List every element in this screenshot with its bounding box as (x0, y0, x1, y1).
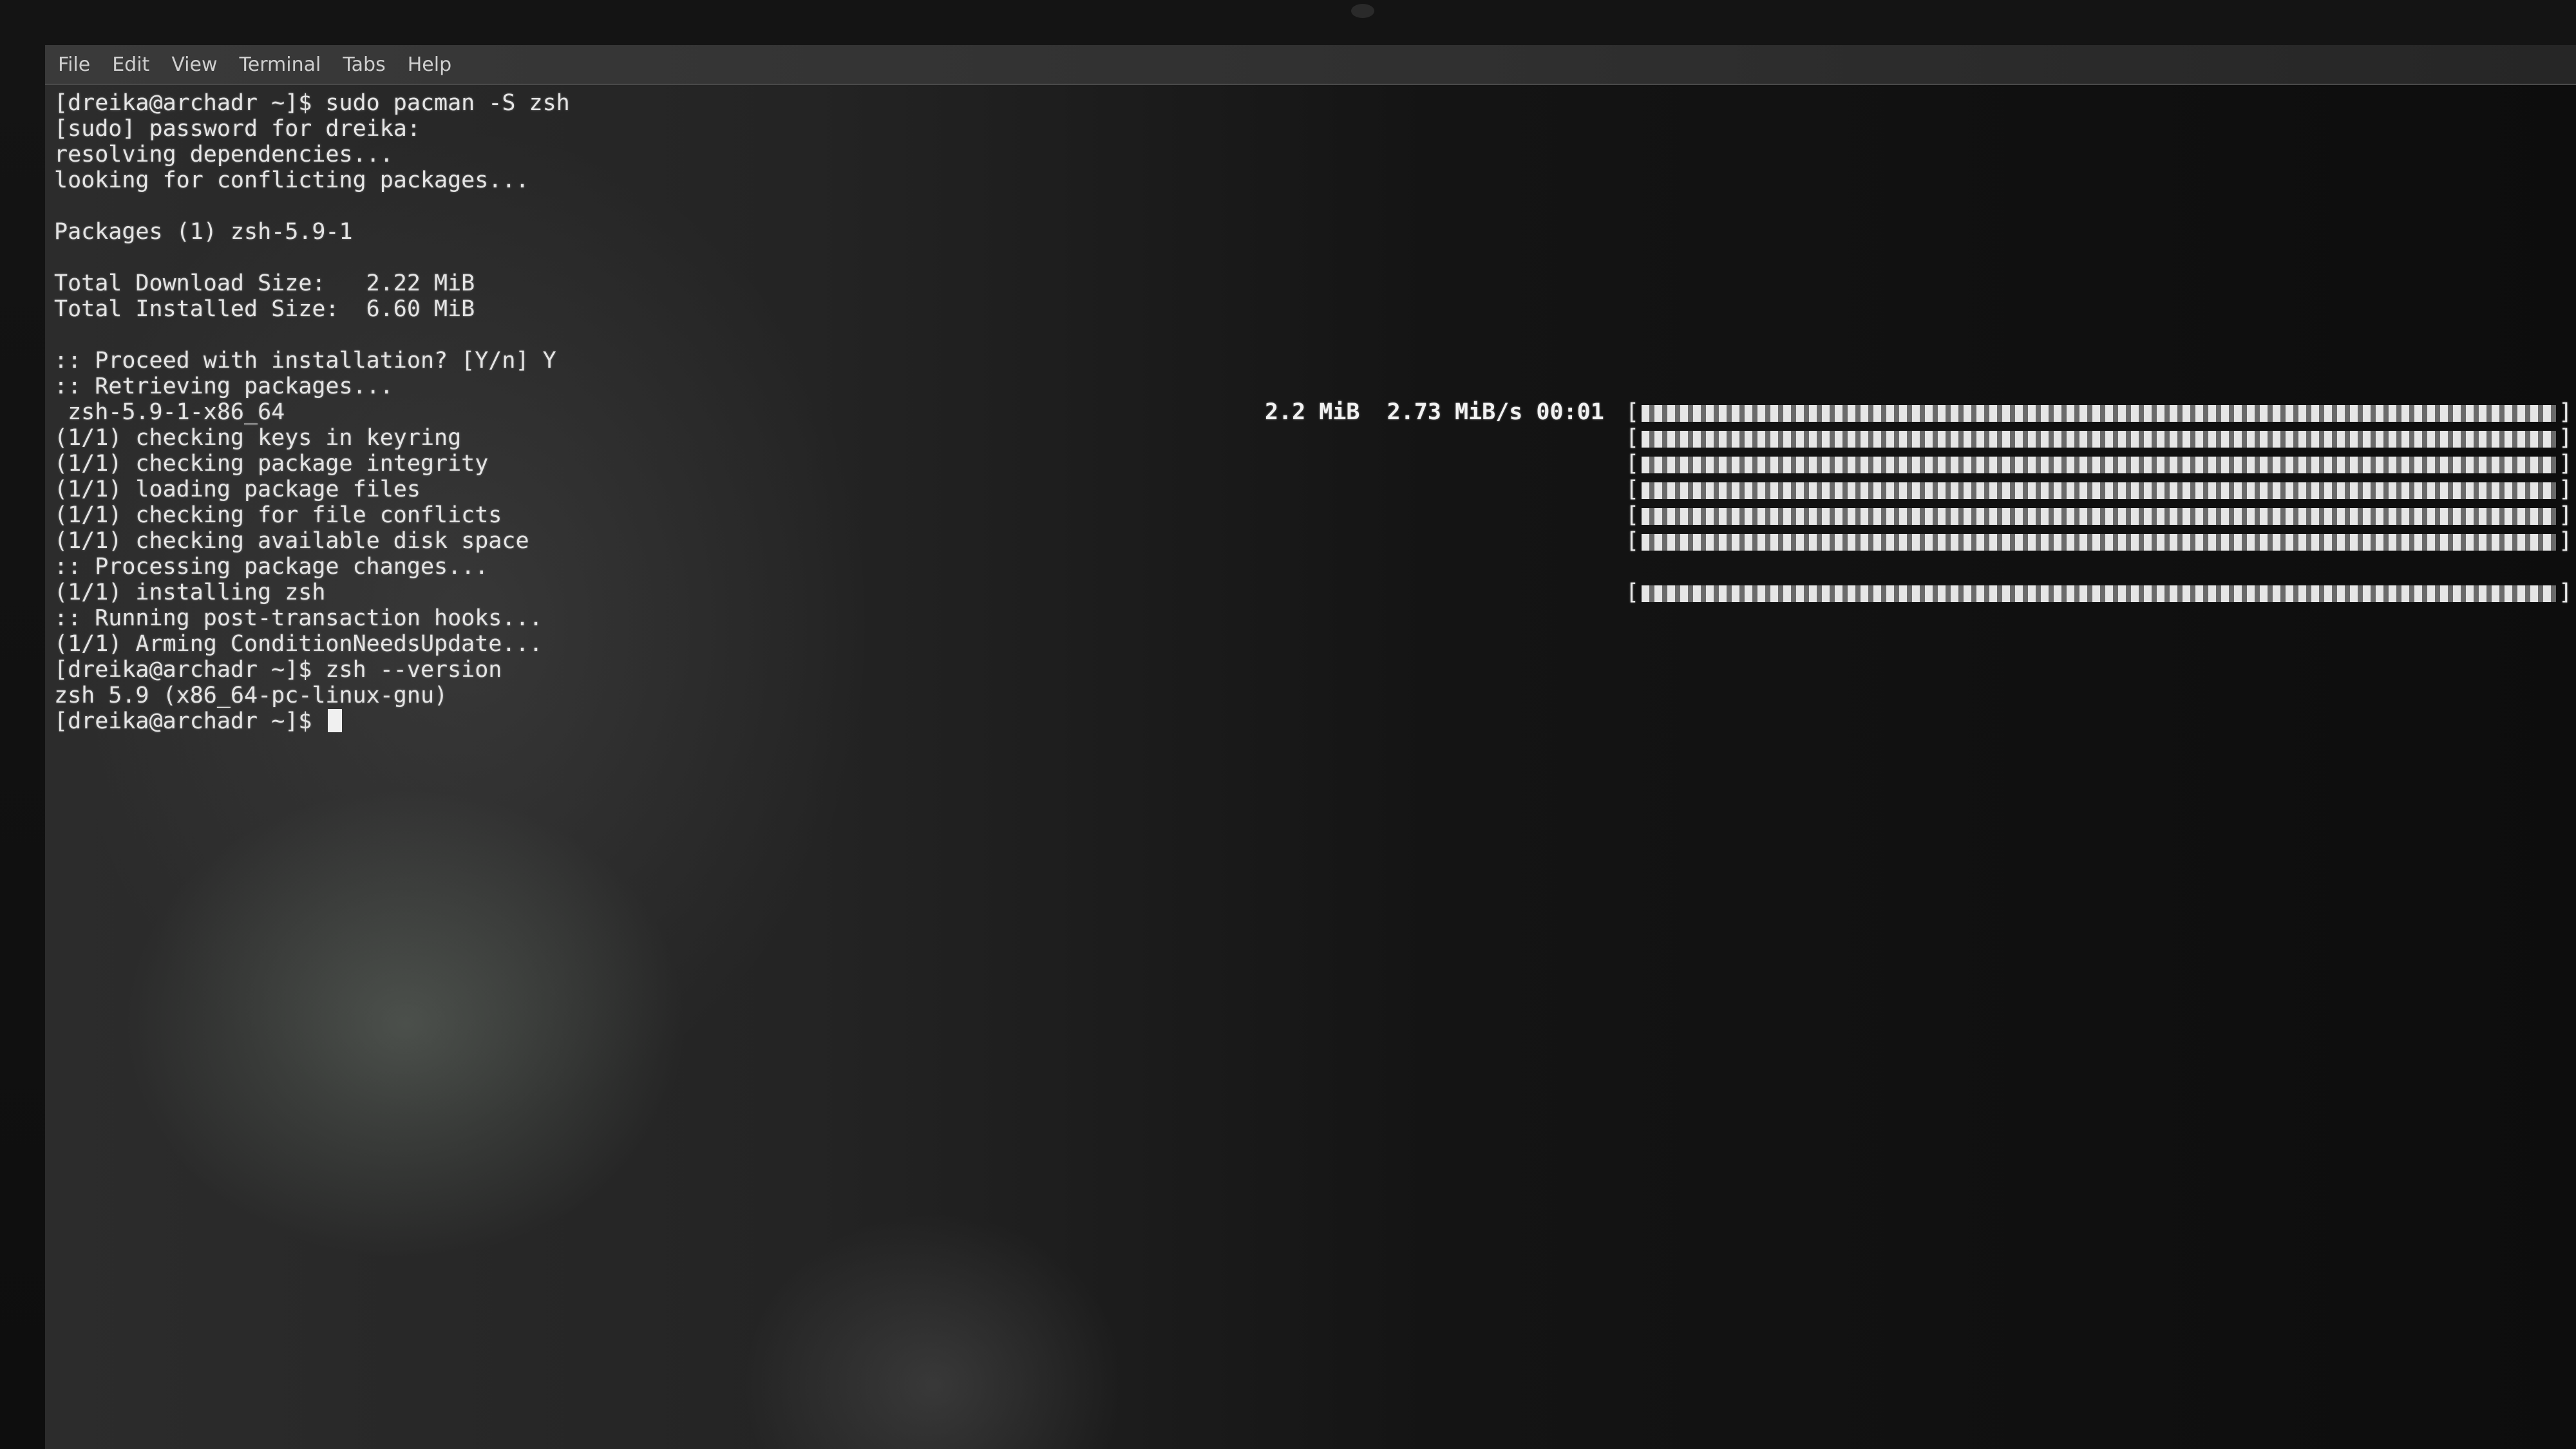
terminal-line: :: Retrieving packages... (54, 374, 393, 399)
menu-terminal[interactable]: Terminal (240, 53, 321, 76)
terminal-line: (1/1) checking keys in keyring (54, 425, 462, 451)
progress-bar: [] (1625, 399, 2573, 425)
terminal-line: :: Proceed with installation? [Y/n] Y (54, 348, 556, 374)
terminal-line: (1/1) installing zsh (54, 580, 326, 605)
progress-bar: [] (1625, 580, 2573, 605)
terminal-line: :: Processing package changes... (54, 554, 489, 580)
terminal-line: :: Running post-transaction hooks... (54, 605, 543, 631)
text-cursor (328, 709, 343, 732)
monitor-bezel: File Edit View Terminal Tabs Help [dreik… (0, 0, 2576, 1449)
menu-bar: File Edit View Terminal Tabs Help (45, 45, 2576, 85)
terminal-prompt-line[interactable]: [dreika@archadr ~]$ (54, 708, 343, 734)
terminal-line: Total Download Size: 2.22 MiB (54, 270, 475, 296)
terminal-line: [dreika@archadr ~]$ sudo pacman -S zsh (54, 90, 570, 116)
terminal-line: (1/1) checking package integrity (54, 451, 489, 477)
progress-bar-fill (1642, 457, 2557, 473)
progress-bar: [] (1625, 451, 2573, 477)
progress-bar-fill (1642, 508, 2557, 525)
terminal-line: Total Installed Size: 6.60 MiB (54, 296, 475, 322)
progress-bar: [] (1625, 502, 2573, 528)
terminal-line: (1/1) checking for file conflicts (54, 502, 502, 528)
terminal-line: [sudo] password for dreika: (54, 116, 421, 142)
terminal-line: zsh-5.9-1-x86_64 (54, 399, 285, 425)
download-stats: 2.2 MiB 2.73 MiB/s 00:01 (1265, 399, 1604, 425)
menu-view[interactable]: View (171, 53, 217, 76)
progress-bar-fill (1642, 431, 2557, 448)
terminal-line: zsh 5.9 (x86_64-pc-linux-gnu) (54, 683, 448, 708)
progress-bar: [] (1625, 425, 2573, 451)
progress-bar-fill (1642, 585, 2557, 602)
webcam-dot (1351, 4, 1374, 18)
terminal-window: File Edit View Terminal Tabs Help [dreik… (45, 45, 2576, 1449)
terminal-line: [dreika@archadr ~]$ zsh --version (54, 657, 502, 683)
menu-tabs[interactable]: Tabs (343, 53, 385, 76)
terminal-line: (1/1) Arming ConditionNeedsUpdate... (54, 631, 543, 657)
terminal-line: looking for conflicting packages... (54, 167, 529, 193)
menu-edit[interactable]: Edit (112, 53, 149, 76)
progress-bar-fill (1642, 534, 2557, 551)
progress-bar-fill (1642, 482, 2557, 499)
progress-bar: [] (1625, 477, 2573, 502)
menu-file[interactable]: File (58, 53, 90, 76)
terminal-line: resolving dependencies... (54, 142, 393, 167)
terminal-line: Packages (1) zsh-5.9-1 (54, 219, 353, 245)
terminal-line: (1/1) checking available disk space (54, 528, 529, 554)
progress-bar-fill (1642, 405, 2557, 422)
terminal-prompt: [dreika@archadr ~]$ (54, 708, 326, 734)
menu-help[interactable]: Help (408, 53, 451, 76)
progress-bar: [] (1625, 528, 2573, 554)
terminal-line: (1/1) loading package files (54, 477, 421, 502)
terminal-output[interactable]: [dreika@archadr ~]$ sudo pacman -S zsh [… (54, 90, 2572, 1443)
